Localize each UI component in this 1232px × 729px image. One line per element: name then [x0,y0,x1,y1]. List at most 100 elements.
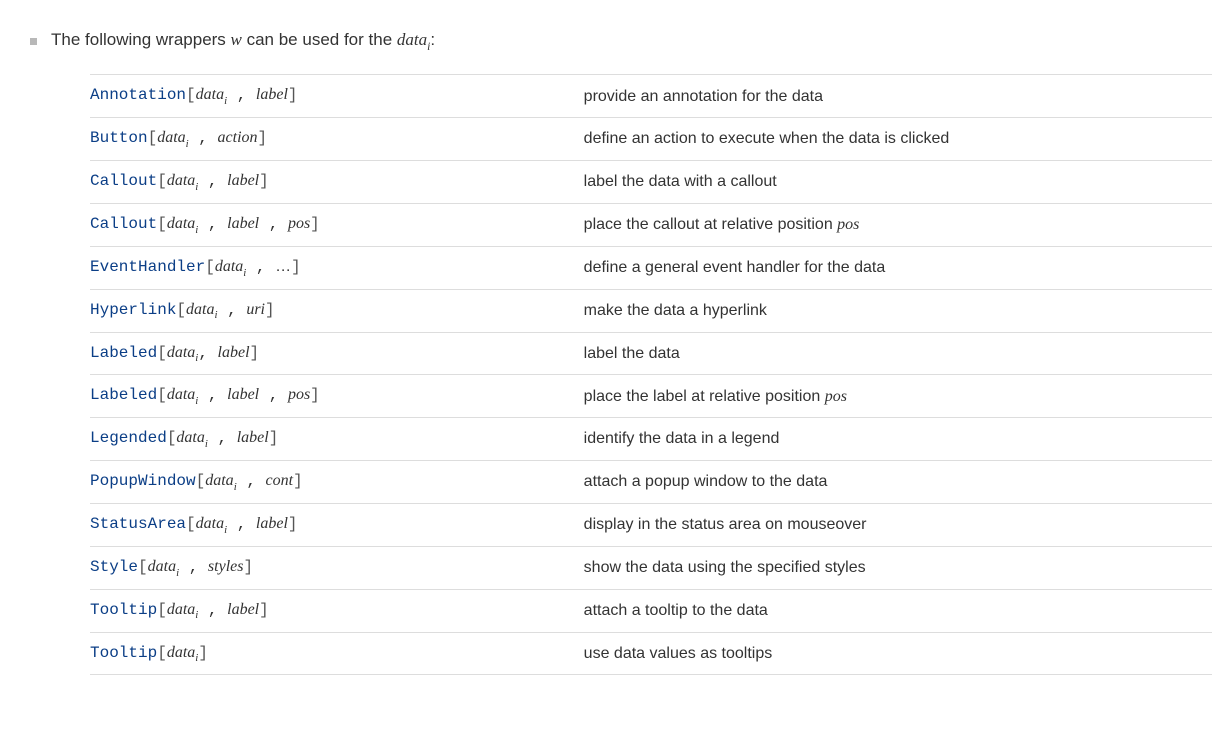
data-arg: data [167,172,195,189]
wrapper-description-cell: identify the data in a legend [584,418,1212,461]
function-name-link[interactable]: Labeled [90,344,157,362]
arg-separator: , [227,515,256,533]
wrapper-description-cell: place the callout at relative position p… [584,203,1212,246]
desc-pos-var: pos [837,216,859,233]
function-name-link[interactable]: Annotation [90,86,186,104]
wrapper-description-cell: define an action to execute when the dat… [584,118,1212,161]
wrapper-description-cell: label the data [584,332,1212,375]
open-bracket: [ [157,644,167,662]
arg-separator: , [259,215,288,233]
function-name-link[interactable]: Callout [90,172,157,190]
arg-separator: , [179,558,208,576]
data-arg: data [196,86,224,103]
table-row: Callout[datai , label , pos]place the ca… [90,203,1212,246]
table-row: Style[datai , styles]show the data using… [90,546,1212,589]
data-arg: data [157,129,185,146]
data-arg-subscript: i [224,95,227,107]
section-heading: The following wrappers w can be used for… [30,30,1212,52]
open-bracket: [ [157,172,167,190]
arg-separator: , [198,386,227,404]
wrapper-description-cell: define a general event handler for the d… [584,246,1212,289]
data-arg: data [215,258,243,275]
data-arg-subscript: i [195,181,198,193]
wrapper-usage-cell: EventHandler[datai , …] [90,246,584,289]
open-bracket: [ [157,601,167,619]
close-bracket: ] [269,429,279,447]
data-arg-subscript: i [195,395,198,407]
desc-text: define an action to execute when the dat… [584,130,950,147]
table-row: StatusArea[datai , label]display in the … [90,503,1212,546]
wrapper-usage-cell: Legended[datai , label] [90,418,584,461]
table-row: Tooltip[datai , label]attach a tooltip t… [90,589,1212,632]
data-arg: data [167,386,195,403]
close-bracket: ] [310,215,320,233]
desc-text: provide an annotation for the data [584,88,823,105]
table-row: EventHandler[datai , …]define a general … [90,246,1212,289]
close-bracket: ] [293,472,303,490]
data-arg: data [205,472,233,489]
wrapper-usage-cell: Button[datai , action] [90,118,584,161]
data-arg: data [176,429,204,446]
function-name-link[interactable]: Hyperlink [90,301,176,319]
desc-text: display in the status area on mouseover [584,516,867,533]
close-bracket: ] [310,386,320,404]
arg-separator: , [189,129,218,147]
wrapper-description-cell: place the label at relative position pos [584,375,1212,418]
table-row: Labeled[datai , label , pos]place the la… [90,375,1212,418]
table-row: PopupWindow[datai , cont]attach a popup … [90,461,1212,504]
heading-text: The following wrappers w can be used for… [51,30,435,52]
wrapper-description-cell: show the data using the specified styles [584,546,1212,589]
wrapper-usage-cell: Labeled[datai , label , pos] [90,375,584,418]
bullet-icon [30,38,37,45]
function-name-link[interactable]: Labeled [90,386,157,404]
table-row: Legended[datai , label]identify the data… [90,418,1212,461]
wrapper-description-cell: label the data with a callout [584,161,1212,204]
arg: label [237,429,269,446]
wrapper-usage-cell: Tooltip[datai , label] [90,589,584,632]
desc-text: label the data with a callout [584,173,777,190]
close-bracket: ] [250,344,260,362]
wrappers-table: Annotation[datai , label]provide an anno… [90,74,1212,675]
function-name-link[interactable]: Button [90,129,148,147]
function-name-link[interactable]: Style [90,558,138,576]
desc-pos-var: pos [825,388,847,405]
function-name-link[interactable]: Legended [90,429,167,447]
close-bracket: ] [258,129,268,147]
open-bracket: [ [205,258,215,276]
heading-datavar: data [397,30,427,49]
data-arg-subscript: i [195,224,198,236]
wrapper-description-cell: provide an annotation for the data [584,75,1212,118]
heading-wvar: w [231,30,242,49]
function-name-link[interactable]: Tooltip [90,644,157,662]
arg-separator: , [198,601,227,619]
function-name-link[interactable]: PopupWindow [90,472,196,490]
close-bracket: ] [243,558,253,576]
function-name-link[interactable]: Tooltip [90,601,157,619]
heading-suffix: : [430,30,435,49]
wrapper-usage-cell: Hyperlink[datai , uri] [90,289,584,332]
wrapper-usage-cell: Callout[datai , label , pos] [90,203,584,246]
function-name-link[interactable]: Callout [90,215,157,233]
wrapper-usage-cell: PopupWindow[datai , cont] [90,461,584,504]
desc-text: place the label at relative position [584,388,825,405]
data-arg: data [167,644,195,661]
open-bracket: [ [157,386,167,404]
table-row: Labeled[datai, label]label the data [90,332,1212,375]
table-row: Callout[datai , label]label the data wit… [90,161,1212,204]
wrapper-usage-cell: Callout[datai , label] [90,161,584,204]
wrapper-usage-cell: StatusArea[datai , label] [90,503,584,546]
arg-separator: , [246,258,275,276]
wrapper-usage-cell: Annotation[datai , label] [90,75,584,118]
data-arg-subscript: i [224,524,227,536]
data-arg: data [167,344,195,361]
function-name-link[interactable]: EventHandler [90,258,205,276]
arg-separator: , [198,172,227,190]
arg-separator: , [198,215,227,233]
arg-separator: , [198,344,217,362]
arg: label [218,344,250,361]
open-bracket: [ [167,429,177,447]
desc-text: identify the data in a legend [584,430,780,447]
function-name-link[interactable]: StatusArea [90,515,186,533]
data-arg: data [167,601,195,618]
ellipsis: … [275,258,291,275]
